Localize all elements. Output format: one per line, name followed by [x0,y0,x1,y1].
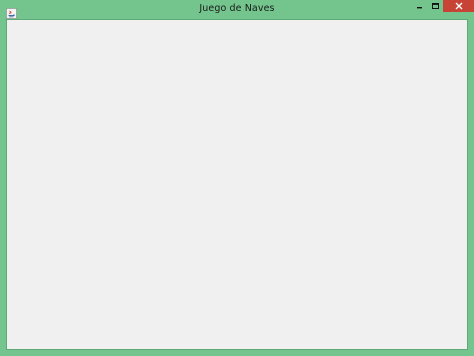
close-icon [455,2,463,10]
close-button[interactable] [443,0,474,12]
window-bottom-border [0,350,474,356]
title-bar[interactable]: Juego de Naves [0,0,474,19]
game-canvas[interactable] [6,19,468,350]
app-window: Juego de Naves [0,0,474,356]
window-title: Juego de Naves [199,3,275,14]
